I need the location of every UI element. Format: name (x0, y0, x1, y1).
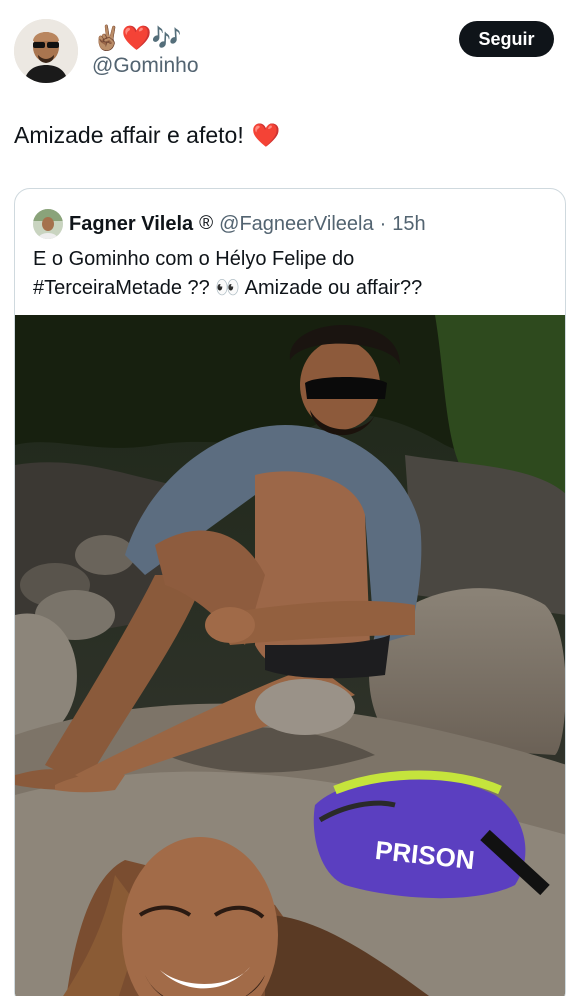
follow-button[interactable]: Seguir (459, 21, 554, 57)
separator-dot: · (379, 212, 387, 235)
author-avatar[interactable] (14, 19, 78, 83)
quoted-post-time[interactable]: 15h (392, 213, 425, 236)
quoted-text-line-2: #TerceiraMetade ?? 👀 Amizade ou affair?? (33, 277, 423, 299)
quoted-author-handle[interactable]: @FagneerVileela (219, 213, 373, 236)
author-handle[interactable]: @Gominho (92, 54, 199, 78)
bottom-edge (0, 996, 580, 1007)
post-header: ✌🏽❤️🎶 @Gominho Seguir (0, 0, 580, 100)
quoted-post-header: Fagner Vilela ® @FagneerVileela · 15h (33, 209, 426, 239)
quoted-author-avatar[interactable] (33, 209, 63, 239)
heart-emoji: ❤️ (251, 123, 281, 149)
display-name-emojis: ✌🏽❤️🎶 (92, 24, 182, 52)
post-text: Amizade affair e afeto! ❤️ (14, 122, 280, 149)
post-text-body: Amizade affair e afeto! (14, 122, 244, 148)
registered-badge: ® (199, 213, 214, 234)
quoted-avatar-photo (33, 209, 63, 239)
quoted-post-text: E o Gominho com o Hélyo Felipe do #Terce… (33, 245, 553, 303)
quoted-author-name[interactable]: Fagner Vilela (69, 213, 193, 236)
quoted-text-line-1: E o Gominho com o Hélyo Felipe do (33, 248, 355, 270)
avatar-photo (14, 19, 78, 83)
quoted-post-card[interactable]: Fagner Vilela ® @FagneerVileela · 15h E … (14, 188, 566, 1007)
quoted-post-photo[interactable]: PRISON (15, 315, 566, 1007)
author-display-name[interactable]: ✌🏽❤️🎶 (92, 22, 182, 54)
